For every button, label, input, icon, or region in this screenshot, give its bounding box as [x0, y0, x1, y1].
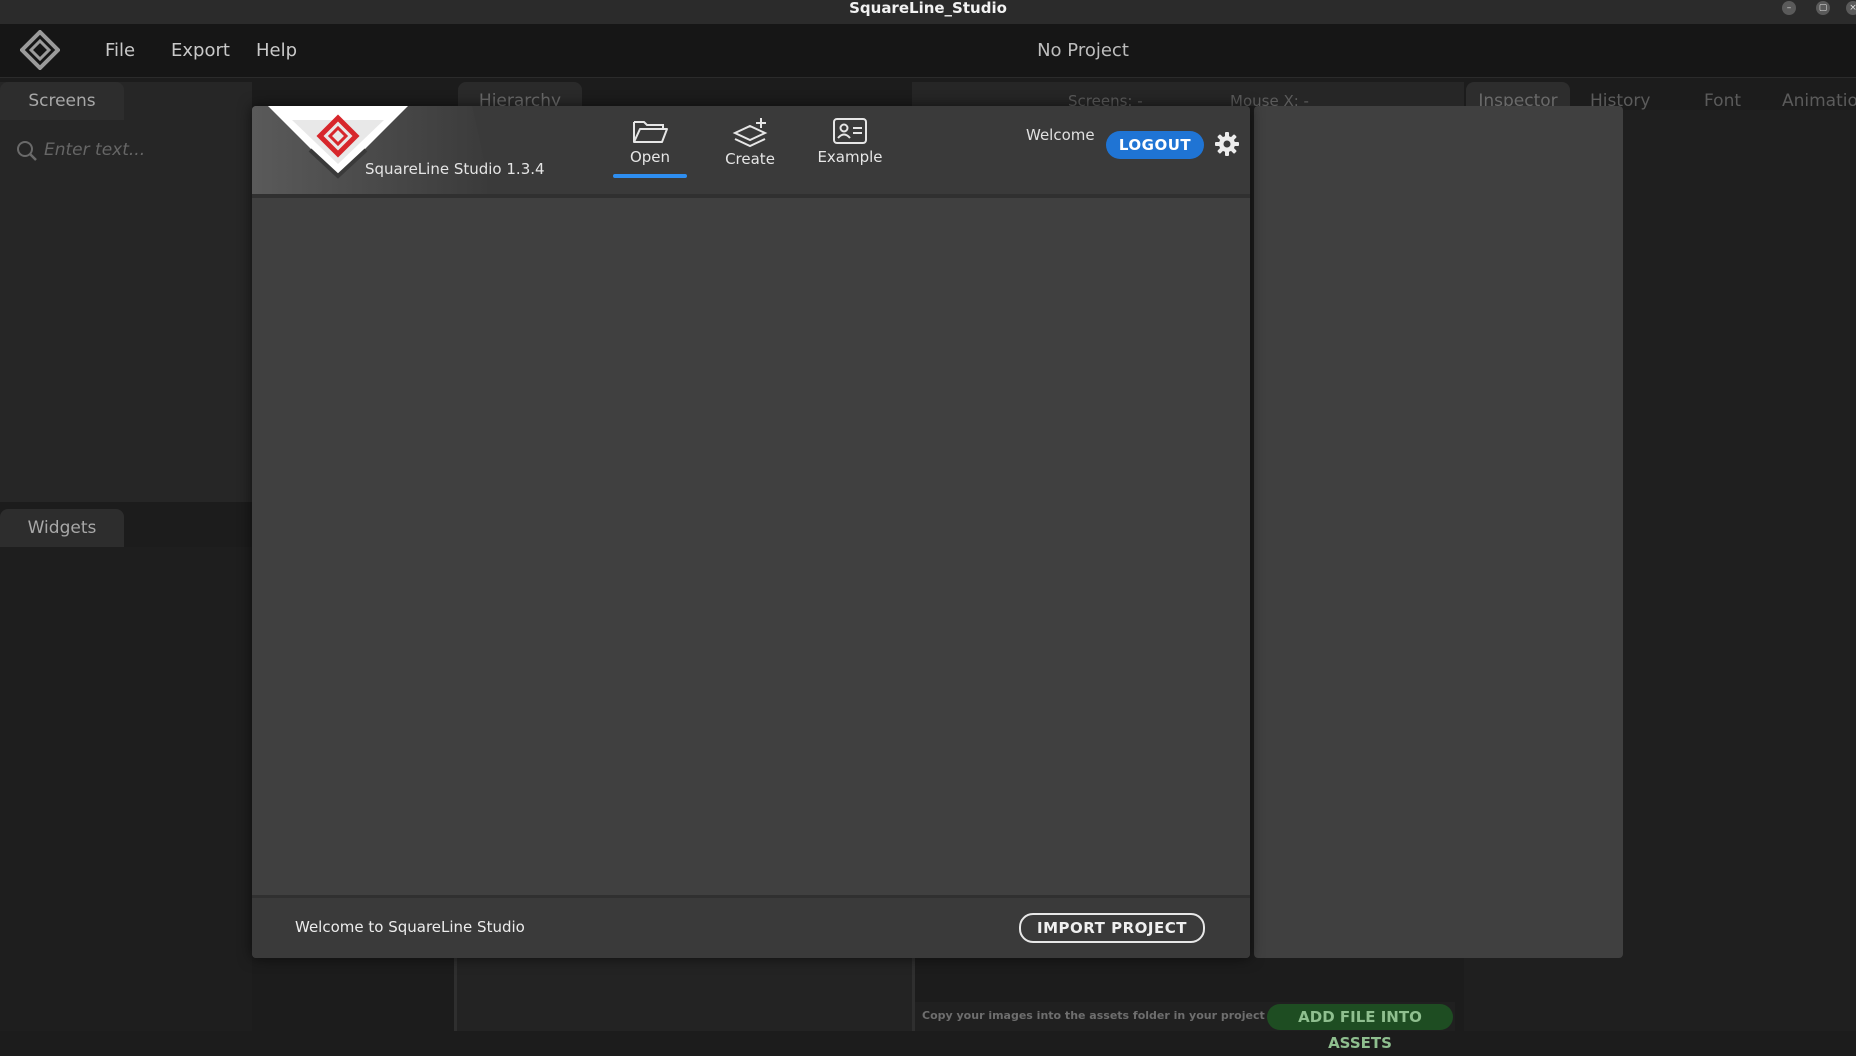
- tab-open[interactable]: Open: [610, 116, 690, 166]
- tab-example-label: Example: [817, 148, 883, 166]
- hierarchy-panel: [454, 958, 915, 1031]
- minimize-button[interactable]: –: [1782, 1, 1796, 15]
- folder-open-icon: [610, 116, 690, 146]
- project-list-area: [252, 198, 1250, 895]
- logout-button[interactable]: LOGOUT: [1106, 131, 1204, 159]
- window-title: SquareLine_Studio: [849, 0, 1007, 17]
- layers-add-icon: [710, 116, 790, 150]
- tab-font[interactable]: Font: [1704, 91, 1741, 111]
- dialog-header: SquareLine Studio 1.3.4 Open Create Exam…: [252, 106, 1250, 198]
- tab-widgets[interactable]: Widgets: [0, 509, 124, 547]
- widgets-panel: [0, 547, 252, 1031]
- squareline-logo-icon: [252, 106, 492, 194]
- tab-screens[interactable]: Screens: [0, 82, 124, 120]
- tab-create-label: Create: [725, 150, 775, 168]
- welcome-label: Welcome: [1026, 126, 1095, 144]
- editor-toolbar: [912, 82, 1464, 106]
- search-placeholder: Enter text...: [44, 140, 146, 160]
- dialog-footer: Welcome to SquareLine Studio IMPORT PROJ…: [252, 895, 1250, 958]
- close-button[interactable]: ×: [1846, 1, 1856, 15]
- maximize-button[interactable]: ▢: [1816, 1, 1830, 15]
- assets-hint: Copy your images into the assets folder …: [922, 1009, 1306, 1022]
- search-icon: [16, 140, 38, 167]
- window-titlebar: SquareLine_Studio – ▢ ×: [0, 0, 1856, 24]
- tab-open-label: Open: [629, 148, 671, 166]
- active-tab-indicator: [613, 174, 687, 178]
- screens-search-input[interactable]: Enter text...: [16, 138, 246, 166]
- app-menubar: File Export Help No Project: [0, 24, 1856, 78]
- project-status: No Project: [1037, 40, 1129, 61]
- import-project-button[interactable]: IMPORT PROJECT: [1019, 913, 1205, 943]
- gear-icon[interactable]: [1214, 131, 1240, 157]
- tab-create[interactable]: Create: [710, 116, 790, 168]
- id-card-icon: [810, 116, 890, 146]
- add-file-into-assets-button[interactable]: ADD FILE INTO ASSETS: [1267, 1004, 1453, 1052]
- modal-side-panel: [1254, 106, 1623, 958]
- tab-example[interactable]: Example: [810, 116, 890, 166]
- tab-animation[interactable]: Animation: [1782, 91, 1856, 111]
- footer-welcome-text: Welcome to SquareLine Studio: [295, 918, 525, 936]
- app-version: SquareLine Studio 1.3.4: [365, 160, 545, 178]
- project-dialog: SquareLine Studio 1.3.4 Open Create Exam…: [252, 106, 1250, 958]
